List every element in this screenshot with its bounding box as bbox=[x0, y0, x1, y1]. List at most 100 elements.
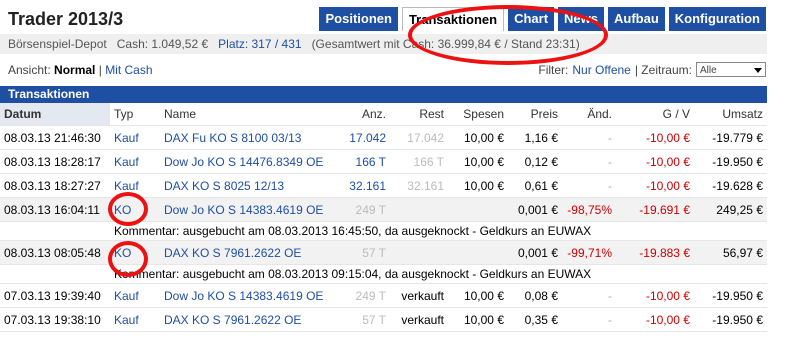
tab-aufbau[interactable]: Aufbau bbox=[608, 7, 665, 31]
view-normal[interactable]: Normal bbox=[54, 63, 95, 77]
col-datum[interactable]: Datum bbox=[0, 103, 110, 126]
cell-rest: 166 T bbox=[390, 149, 448, 174]
cell-gv: -19.691 € bbox=[616, 197, 694, 222]
zeitraum-label: | Zeitraum: bbox=[634, 62, 692, 77]
cell-aenderung: -99,71% bbox=[562, 240, 616, 265]
zeitraum-select[interactable]: Alle bbox=[696, 62, 766, 77]
col-preis: Preis bbox=[508, 103, 562, 126]
cell-gv: -10,00 € bbox=[616, 173, 694, 198]
cell-anz: 249 T bbox=[336, 283, 390, 308]
cell-datum: 08.03.13 18:27:27 bbox=[0, 173, 110, 198]
comment-text: Kommentar: ausgebucht am 08.03.2013 16:4… bbox=[110, 221, 767, 241]
cell-umsatz: -19.628 € bbox=[694, 173, 767, 198]
cell-datum: 07.03.13 19:38:10 bbox=[0, 307, 110, 332]
gesamtwert-text: (Gesamtwert mit Cash: 36.999,84 € / Stan… bbox=[311, 37, 580, 51]
chevron-down-icon bbox=[754, 68, 762, 73]
view-label: Ansicht: bbox=[8, 63, 51, 77]
cash-value: Cash: 1.049,52 € bbox=[116, 37, 209, 51]
transactions-table: Datum Typ Name Anz. Rest Spesen Preis Än… bbox=[0, 103, 767, 332]
cell-preis: 0,61 € bbox=[508, 173, 562, 198]
cell-name-link[interactable]: Dow Jo KO S 14383.4619 OE bbox=[160, 283, 336, 308]
view-separator: | bbox=[98, 63, 102, 77]
cell-datum: 08.03.13 21:46:30 bbox=[0, 125, 110, 150]
view-switch: Ansicht: Normal | Mit Cash bbox=[8, 63, 153, 77]
col-typ: Typ bbox=[110, 103, 160, 126]
tab-konfiguration[interactable]: Konfiguration bbox=[668, 7, 766, 31]
tab-chart[interactable]: Chart bbox=[508, 7, 555, 31]
depot-info-bar: Börsenspiel-Depot Cash: 1.049,52 € Platz… bbox=[0, 34, 767, 54]
cell-name-link[interactable]: Dow Jo KO S 14476.8349 OE bbox=[160, 149, 336, 174]
cell-gv: -10,00 € bbox=[616, 149, 694, 174]
col-name: Name bbox=[160, 103, 336, 126]
cell-gv: -19.883 € bbox=[616, 240, 694, 265]
main-nav: Positionen Transaktionen Chart News Aufb… bbox=[319, 7, 766, 31]
table-row: 08.03.13 08:05:48 KO DAX KO S 7961.2622 … bbox=[0, 240, 767, 265]
cell-aenderung: - bbox=[562, 125, 616, 150]
cell-spesen: 10,00 € bbox=[448, 283, 508, 308]
cell-gv: -10,00 € bbox=[616, 125, 694, 150]
cell-aenderung: - bbox=[562, 149, 616, 174]
cell-name-link[interactable]: DAX KO S 7961.2622 OE bbox=[160, 307, 336, 332]
comment-text: Kommentar: ausgebucht am 08.03.2013 09:1… bbox=[110, 264, 767, 284]
comment-row: Kommentar: ausgebucht am 08.03.2013 09:1… bbox=[0, 264, 767, 284]
cell-spesen: 10,00 € bbox=[448, 307, 508, 332]
cell-typ-link[interactable]: Kauf bbox=[110, 149, 160, 174]
cell-preis: 0,001 € bbox=[508, 240, 562, 265]
cell-rest: verkauft bbox=[390, 307, 448, 332]
cell-datum: 08.03.13 18:28:17 bbox=[0, 149, 110, 174]
depot-label: Börsenspiel-Depot bbox=[8, 37, 107, 51]
cell-preis: 0,12 € bbox=[508, 149, 562, 174]
cell-spesen: 10,00 € bbox=[448, 125, 508, 150]
cell-preis: 1,16 € bbox=[508, 125, 562, 150]
platz-link[interactable]: Platz: 317 / 431 bbox=[218, 37, 301, 51]
cell-rest bbox=[390, 240, 448, 265]
cell-preis: 0,08 € bbox=[508, 283, 562, 308]
cell-spesen bbox=[448, 197, 508, 222]
cell-rest bbox=[390, 197, 448, 222]
cell-typ-link[interactable]: Kauf bbox=[110, 173, 160, 198]
cell-anz: 57 T bbox=[336, 307, 390, 332]
cell-aenderung: -98,75% bbox=[562, 197, 616, 222]
cell-rest: 32.161 bbox=[390, 173, 448, 198]
table-row: 08.03.13 16:04:11 KO Dow Jo KO S 14383.4… bbox=[0, 197, 767, 222]
cell-aenderung: - bbox=[562, 283, 616, 308]
cell-aenderung: - bbox=[562, 173, 616, 198]
cell-typ-link[interactable]: KO bbox=[110, 240, 160, 265]
cell-anz[interactable]: 17.042 bbox=[336, 125, 390, 150]
cell-typ-link[interactable]: Kauf bbox=[110, 307, 160, 332]
panel-title: Transaktionen bbox=[0, 86, 767, 103]
cell-name-link[interactable]: DAX Fu KO S 8100 03/13 bbox=[160, 125, 336, 150]
table-row: 08.03.13 18:28:17 Kauf Dow Jo KO S 14476… bbox=[0, 149, 767, 174]
cell-umsatz: -19.950 € bbox=[694, 283, 767, 308]
cell-spesen: 10,00 € bbox=[448, 173, 508, 198]
filter-label: Filter: bbox=[538, 62, 569, 77]
cell-datum: 08.03.13 16:04:11 bbox=[0, 197, 110, 222]
table-row: 08.03.13 18:27:27 Kauf DAX KO S 8025 12/… bbox=[0, 173, 767, 198]
cell-umsatz: 56,97 € bbox=[694, 240, 767, 265]
tab-transaktionen[interactable]: Transaktionen bbox=[401, 7, 505, 31]
cell-umsatz: 249,25 € bbox=[694, 197, 767, 222]
cell-typ-link[interactable]: KO bbox=[110, 197, 160, 222]
cell-typ-link[interactable]: Kauf bbox=[110, 125, 160, 150]
cell-umsatz: -19.779 € bbox=[694, 125, 767, 150]
filter-nur-offene-link[interactable]: Nur Offene bbox=[572, 63, 630, 77]
cell-gv: -10,00 € bbox=[616, 307, 694, 332]
view-mit-cash-link[interactable]: Mit Cash bbox=[105, 63, 152, 77]
cell-name-link[interactable]: Dow Jo KO S 14383.4619 OE bbox=[160, 197, 336, 222]
cell-spesen bbox=[448, 240, 508, 265]
cell-gv: -10,00 € bbox=[616, 283, 694, 308]
tab-positionen[interactable]: Positionen bbox=[319, 7, 398, 31]
table-row: 07.03.13 19:39:40 Kauf Dow Jo KO S 14383… bbox=[0, 283, 767, 308]
cell-rest: 17.042 bbox=[390, 125, 448, 150]
tab-news[interactable]: News bbox=[558, 7, 604, 31]
cell-name-link[interactable]: DAX KO S 8025 12/13 bbox=[160, 173, 336, 198]
col-spesen: Spesen bbox=[448, 103, 508, 126]
cell-anz[interactable]: 32.161 bbox=[336, 173, 390, 198]
col-gv: G / V bbox=[616, 103, 694, 126]
col-umsatz: Umsatz bbox=[694, 103, 767, 126]
cell-typ-link[interactable]: Kauf bbox=[110, 283, 160, 308]
cell-anz: 57 T bbox=[336, 240, 390, 265]
cell-name-link[interactable]: DAX KO S 7961.2622 OE bbox=[160, 240, 336, 265]
col-aenderung: Änd. bbox=[562, 103, 616, 126]
cell-anz[interactable]: 166 T bbox=[336, 149, 390, 174]
